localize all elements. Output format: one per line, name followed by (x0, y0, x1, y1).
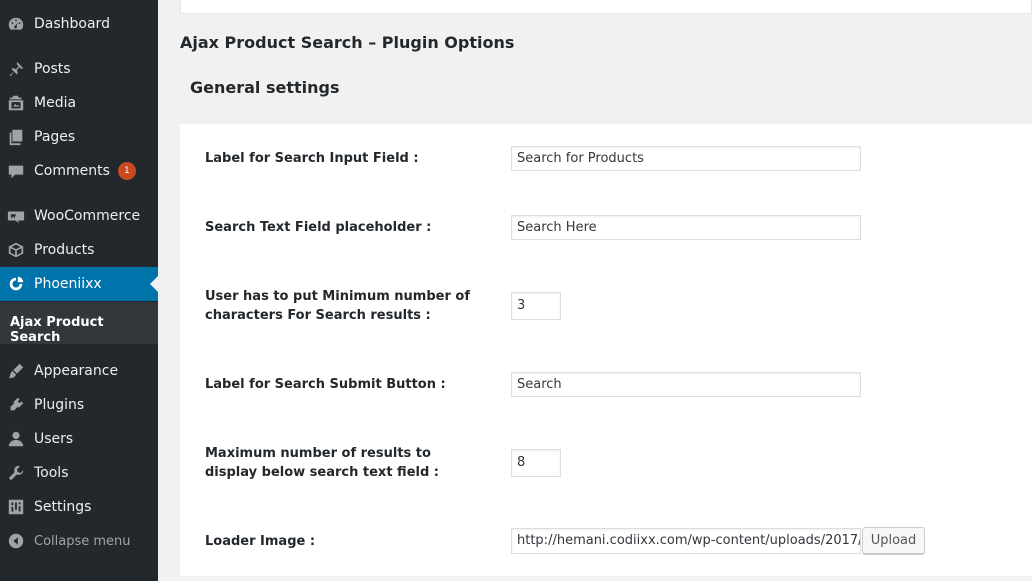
loader-image-field-label: Loader Image : (205, 534, 316, 549)
sidebar-item-tools[interactable]: Tools (0, 456, 158, 490)
media-icon (6, 93, 26, 113)
sidebar-item-label: Users (34, 431, 74, 447)
brush-icon (6, 361, 26, 381)
pin-icon (6, 59, 26, 79)
sidebar-item-label: Phoeniixx (34, 276, 102, 292)
sidebar-item-label: Plugins (34, 397, 85, 413)
placeholder-field[interactable]: Search Here (511, 215, 861, 240)
top-panel (180, 0, 1032, 14)
sidebar-item-phoeniixx[interactable]: Phoeniixx (0, 267, 158, 301)
sidebar-item-label: WooCommerce (34, 208, 141, 224)
max-results-field[interactable]: 8 (511, 449, 561, 477)
sidebar-item-users[interactable]: Users (0, 422, 158, 456)
placeholder-field-label: Search Text Field placeholder : (205, 220, 432, 235)
collapse-menu-label: Collapse menu (34, 533, 131, 549)
sidebar-item-label: Dashboard (34, 16, 110, 32)
page-title: Ajax Product Search – Plugin Options (180, 33, 515, 52)
products-icon (6, 240, 26, 260)
user-icon (6, 429, 26, 449)
sidebar-item-comments[interactable]: Comments 1 (0, 154, 158, 188)
search-input-label-field-label: Label for Search Input Field : (205, 151, 419, 166)
phoeniixx-icon (6, 274, 26, 294)
sidebar-item-dashboard[interactable]: Dashboard (0, 7, 158, 41)
pages-icon (6, 127, 26, 147)
upload-button[interactable]: Upload (862, 527, 925, 554)
sidebar-item-label: Comments (34, 163, 110, 179)
sidebar-item-plugins[interactable]: Plugins (0, 388, 158, 422)
settings-icon (6, 497, 26, 517)
max-results-field-label: Maximum number of results to display bel… (205, 446, 439, 480)
sidebar-item-label: Settings (34, 499, 92, 515)
sidebar-item-settings[interactable]: Settings (0, 490, 158, 524)
search-input-label-field[interactable]: Search for Products (511, 146, 861, 171)
sidebar-item-products[interactable]: Products (0, 233, 158, 267)
sidebar-item-label: Tools (34, 465, 69, 481)
min-characters-field-label: User has to put Minimum number of charac… (205, 289, 470, 323)
woocommerce-icon (6, 206, 26, 226)
sidebar-item-label: Products (34, 242, 95, 258)
collapse-icon (6, 531, 26, 551)
min-characters-field[interactable]: 3 (511, 292, 561, 320)
submenu-item-ajax-product-search[interactable]: Ajax Product Search (10, 315, 158, 345)
comments-count-badge: 1 (117, 162, 136, 180)
sidebar-item-label: Media (34, 95, 77, 111)
settings-panel (180, 124, 1032, 576)
sidebar-item-pages[interactable]: Pages (0, 120, 158, 154)
collapse-menu-button[interactable]: Collapse menu (0, 524, 158, 558)
sidebar-item-posts[interactable]: Posts (0, 52, 158, 86)
sidebar-item-woocommerce[interactable]: WooCommerce (0, 199, 158, 233)
submit-button-label-field[interactable]: Search (511, 372, 861, 397)
sidebar-item-appearance[interactable]: Appearance (0, 354, 158, 388)
comment-icon (6, 161, 26, 181)
wrench-icon (6, 463, 26, 483)
admin-sidebar: Dashboard Posts Media Pages Comments 1 W… (0, 0, 158, 581)
phoeniixx-submenu: Ajax Product Search (0, 302, 158, 345)
plugin-icon (6, 395, 26, 415)
sidebar-item-label: Posts (34, 61, 71, 77)
loader-image-url-field[interactable]: http://hemani.codiixx.com/wp-content/upl… (511, 528, 861, 554)
section-title: General settings (190, 78, 340, 97)
dashboard-icon (6, 14, 26, 34)
submit-button-label-field-label: Label for Search Submit Button : (205, 377, 446, 392)
sidebar-item-media[interactable]: Media (0, 86, 158, 120)
sidebar-item-label: Appearance (34, 363, 119, 379)
sidebar-item-label: Pages (34, 129, 76, 145)
